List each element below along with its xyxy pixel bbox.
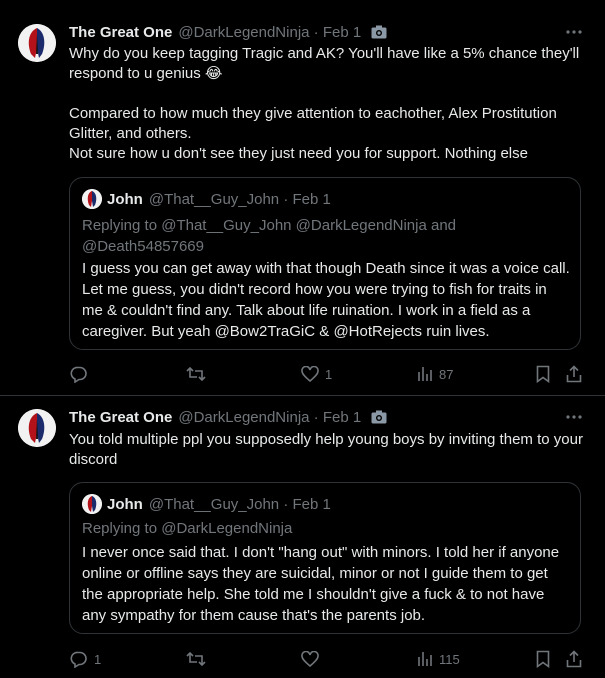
- quoted-tweet[interactable]: John @That__Guy_John · Feb 1 Replying to…: [69, 482, 581, 634]
- author-handle[interactable]: @DarkLegendNinja · Feb 1: [178, 24, 361, 41]
- like-icon: [301, 366, 319, 382]
- tweet[interactable]: The Great One @DarkLegendNinja · Feb 1 W…: [0, 0, 605, 395]
- tweet-header: The Great One @DarkLegendNinja · Feb 1: [69, 22, 387, 42]
- quote-replying-to: Replying to @DarkLegendNinja: [82, 520, 293, 537]
- bookmark-icon: [536, 365, 550, 383]
- views-count: 87: [439, 366, 454, 382]
- quote-author-name: John: [107, 190, 143, 208]
- quote-replying-to: Replying to @That__Guy_John @DarkLegendN…: [82, 217, 457, 255]
- like-button[interactable]: 1: [301, 364, 332, 384]
- repost-icon: [186, 365, 206, 383]
- quoted-tweet[interactable]: John @That__Guy_John · Feb 1 Replying to…: [69, 177, 581, 350]
- tweet-text: You told multiple ppl you supposedly hel…: [69, 431, 588, 468]
- action-bar: 1 87: [0, 364, 605, 384]
- share-icon: [566, 650, 582, 668]
- views-button[interactable]: 115: [417, 649, 460, 669]
- share-button[interactable]: [566, 649, 582, 669]
- author-handle[interactable]: @DarkLegendNinja · Feb 1: [178, 409, 361, 426]
- views-icon: [417, 651, 433, 667]
- quote-author-avatar: [82, 494, 102, 514]
- repost-icon: [186, 650, 206, 668]
- author-name[interactable]: The Great One: [69, 409, 172, 426]
- reply-count: 1: [94, 651, 102, 667]
- reply-icon: [70, 365, 88, 383]
- camera-icon: [371, 25, 387, 39]
- tweet[interactable]: The Great One @DarkLegendNinja · Feb 1 Y…: [0, 396, 605, 678]
- reply-icon: [70, 650, 88, 668]
- share-icon: [566, 365, 582, 383]
- reply-button[interactable]: [70, 364, 94, 384]
- quote-author-avatar: [82, 189, 102, 209]
- reply-button[interactable]: 1: [70, 649, 101, 669]
- quote-header: John @That__Guy_John · Feb 1: [82, 494, 331, 514]
- repost-button[interactable]: [186, 649, 212, 669]
- quote-text: I guess you can get away with that thoug…: [82, 260, 570, 340]
- author-avatar[interactable]: [18, 24, 56, 62]
- share-button[interactable]: [566, 364, 582, 384]
- bookmark-button[interactable]: [536, 364, 550, 384]
- author-avatar[interactable]: [18, 409, 56, 447]
- bookmark-icon: [536, 650, 550, 668]
- more-icon[interactable]: [564, 409, 584, 425]
- views-count: 115: [439, 651, 460, 667]
- repost-button[interactable]: [186, 364, 212, 384]
- tweet-text: Why do you keep tagging Tragic and AK? Y…: [69, 45, 580, 162]
- like-icon: [301, 651, 319, 667]
- tweet-header: The Great One @DarkLegendNinja · Feb 1: [69, 407, 387, 427]
- quote-text: I never once said that. I don't "hang ou…: [82, 544, 560, 624]
- quote-header: John @That__Guy_John · Feb 1: [82, 189, 331, 209]
- action-bar: 1 115: [0, 649, 605, 669]
- quote-author-handle: @That__Guy_John · Feb 1: [148, 190, 331, 208]
- views-button[interactable]: 87: [417, 364, 453, 384]
- like-count: 1: [325, 366, 333, 382]
- views-icon: [417, 366, 433, 382]
- author-name[interactable]: The Great One: [69, 24, 172, 41]
- bookmark-button[interactable]: [536, 649, 550, 669]
- quote-author-handle: @That__Guy_John · Feb 1: [148, 495, 331, 513]
- like-button[interactable]: [301, 649, 325, 669]
- camera-icon: [371, 410, 387, 424]
- more-icon[interactable]: [564, 24, 584, 40]
- quote-author-name: John: [107, 495, 143, 513]
